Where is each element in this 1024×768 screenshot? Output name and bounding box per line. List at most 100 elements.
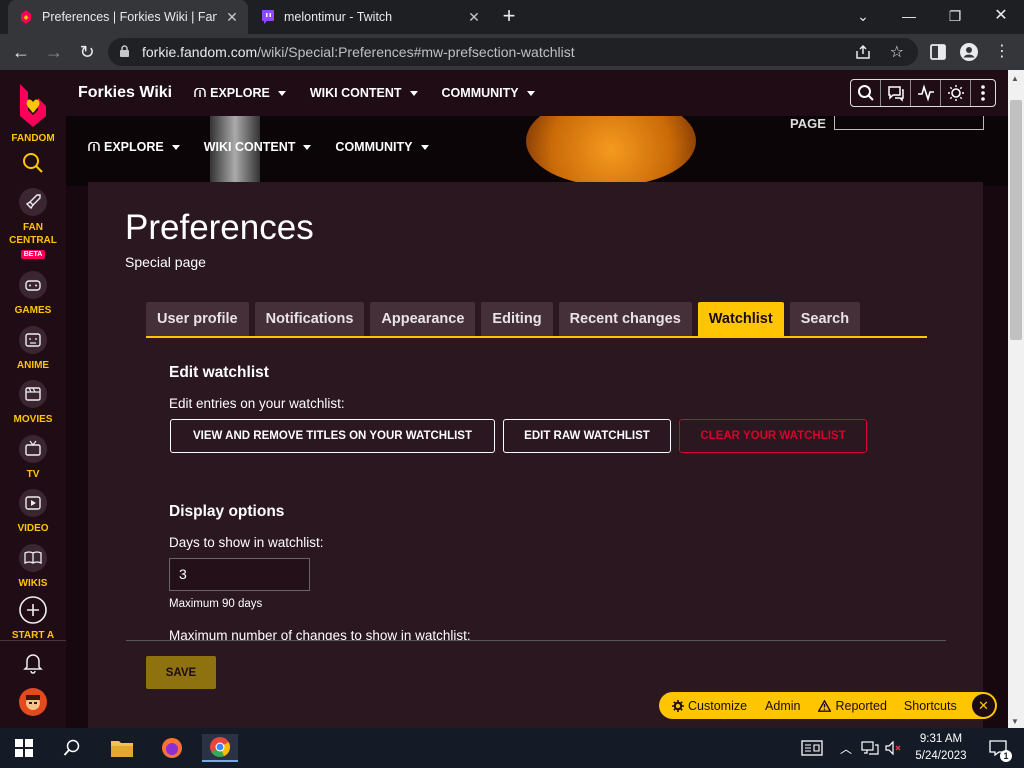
theme-toggle-icon[interactable]: [941, 80, 971, 106]
user-avatar[interactable]: [0, 687, 66, 721]
sidebar-item-wikis[interactable]: WIKIS: [0, 543, 66, 590]
back-icon[interactable]: ←: [9, 40, 33, 64]
discussions-icon[interactable]: [881, 80, 911, 106]
days-input[interactable]: 3: [169, 558, 310, 591]
firefox-icon[interactable]: [154, 734, 190, 762]
system-clock[interactable]: 9:31 AM 5/24/2023: [912, 731, 970, 765]
edit-raw-watchlist-button[interactable]: EDIT RAW WATCHLIST: [503, 419, 671, 453]
nav-wiki-content[interactable]: WIKI CONTENT: [310, 86, 418, 100]
sidebar-item-start-a-wiki[interactable]: START A: [0, 595, 66, 642]
page-title: Preferences: [125, 208, 314, 247]
fandom-brand-label: FANDOM: [11, 133, 55, 144]
scrollbar-thumb[interactable]: [1010, 100, 1022, 340]
warning-icon: [818, 699, 832, 712]
minimize-icon[interactable]: —: [897, 5, 921, 27]
chrome-icon[interactable]: [202, 734, 238, 762]
notification-center-icon[interactable]: 1: [980, 734, 1016, 762]
twitch-favicon-icon: [262, 10, 274, 24]
scroll-down-icon[interactable]: ▼: [1011, 717, 1019, 726]
close-toolbar-icon[interactable]: ✕: [972, 694, 995, 717]
wiki-top-nav: Forkies Wiki EXPLORE WIKI CONTENT COMMUN…: [66, 70, 1008, 116]
tab-recent-changes[interactable]: Recent changes: [558, 302, 692, 336]
nav-wiki-content[interactable]: WIKI CONTENT: [204, 140, 312, 154]
search-icon[interactable]: [851, 80, 881, 106]
movies-icon: [19, 380, 47, 408]
chevron-up-icon[interactable]: ︿: [836, 734, 856, 762]
sidebar-item-fan-central[interactable]: FAN CENTRAL BETA: [0, 187, 66, 260]
reported-button[interactable]: Reported: [818, 699, 887, 713]
fandom-logo[interactable]: FANDOM: [0, 80, 66, 145]
tab-notifications[interactable]: Notifications: [254, 302, 365, 336]
nav-community[interactable]: COMMUNITY: [335, 140, 429, 154]
tab-search[interactable]: Search: [789, 302, 861, 336]
sidebar-item-games[interactable]: GAMES: [0, 270, 66, 317]
save-button[interactable]: SAVE: [146, 656, 216, 689]
view-remove-titles-button[interactable]: VIEW AND REMOVE TITLES ON YOUR WATCHLIST: [170, 419, 495, 453]
browser-tab-fandom[interactable]: Preferences | Forkies Wiki | Fandom ✕: [8, 0, 248, 34]
scroll-up-icon[interactable]: ▲: [1011, 74, 1019, 83]
caret-down-icon: [303, 144, 312, 150]
sidebar-divider: [0, 640, 66, 641]
network-icon[interactable]: [858, 734, 882, 762]
wiki-name[interactable]: Forkies Wiki: [78, 84, 172, 102]
url-text: forkie.fandom.com/wiki/Special:Preferenc…: [142, 44, 575, 60]
notification-count-badge: 1: [1000, 750, 1012, 762]
bell-icon: [23, 654, 43, 674]
taskbar-search-icon[interactable]: [54, 734, 90, 762]
url-input[interactable]: forkie.fandom.com/wiki/Special:Preferenc…: [108, 38, 918, 66]
lock-icon: [120, 45, 129, 57]
menu-kebab-icon[interactable]: ⋮: [990, 40, 1014, 64]
customize-button[interactable]: Customize: [672, 699, 747, 713]
admin-toolbar: Customize Admin Reported Shortcuts ✕: [659, 692, 997, 719]
share-icon[interactable]: [854, 43, 872, 61]
nav-explore[interactable]: EXPLORE: [194, 86, 286, 100]
close-tab-icon[interactable]: ✕: [224, 9, 240, 25]
days-label: Days to show in watchlist:: [169, 535, 324, 550]
file-explorer-icon[interactable]: [104, 734, 140, 762]
clock-time: 9:31 AM: [919, 733, 963, 745]
edit-watchlist-description: Edit entries on your watchlist:: [169, 396, 345, 411]
tab-appearance[interactable]: Appearance: [370, 302, 476, 336]
reload-icon[interactable]: ↻: [75, 40, 99, 64]
close-tab-icon[interactable]: ✕: [466, 9, 482, 25]
page-scrollbar[interactable]: ▲ ▼: [1008, 70, 1024, 728]
forward-icon[interactable]: →: [42, 40, 66, 64]
sidebar-item-movies[interactable]: MOVIES: [0, 379, 66, 426]
windows-taskbar: ︿ 9:31 AM 5/24/2023 1: [0, 728, 1024, 768]
search-button[interactable]: [0, 152, 66, 178]
news-widget-icon[interactable]: [794, 734, 830, 762]
sidebar-item-video[interactable]: VIDEO: [0, 488, 66, 535]
nav-explore[interactable]: EXPLORE: [88, 140, 180, 154]
more-tools-icon[interactable]: [971, 80, 995, 106]
profile-icon[interactable]: [959, 42, 979, 62]
days-hint: Maximum 90 days: [169, 598, 263, 610]
window-close-icon[interactable]: ✕: [989, 5, 1013, 27]
restore-icon[interactable]: ❐: [943, 5, 967, 27]
anime-icon: [19, 326, 47, 354]
sidebar-item-tv[interactable]: TV: [0, 434, 66, 481]
browser-tab-twitch[interactable]: melontimur - Twitch ✕: [250, 0, 490, 34]
tab-watchlist[interactable]: Watchlist: [697, 302, 784, 336]
tab-user-profile[interactable]: User profile: [146, 302, 249, 336]
tab-editing[interactable]: Editing: [481, 302, 553, 336]
tab-search-chevron-icon[interactable]: ⌄: [851, 5, 875, 27]
notifications-button[interactable]: [0, 652, 66, 678]
browser-tab-bar: Preferences | Forkies Wiki | Fandom ✕ me…: [0, 0, 1024, 34]
bookmark-star-icon[interactable]: ☆: [890, 42, 904, 62]
book-icon: [19, 544, 47, 572]
clear-watchlist-button[interactable]: CLEAR YOUR WATCHLIST: [679, 419, 867, 453]
side-panel-icon[interactable]: [928, 42, 948, 62]
volume-muted-icon[interactable]: [882, 734, 906, 762]
plus-circle-icon: [19, 596, 47, 624]
avatar: [19, 688, 47, 716]
page-tools[interactable]: [834, 116, 984, 130]
caret-down-icon: [171, 144, 180, 150]
activity-icon[interactable]: [911, 80, 941, 106]
max-changes-label: Maximum number of changes to show in wat…: [169, 628, 471, 640]
sidebar-item-anime[interactable]: ANIME: [0, 325, 66, 372]
new-tab-icon[interactable]: +: [498, 5, 520, 28]
windows-start-icon[interactable]: [6, 734, 42, 762]
nav-community[interactable]: COMMUNITY: [442, 86, 535, 100]
shortcuts-button[interactable]: Shortcuts: [904, 699, 957, 713]
admin-button[interactable]: Admin: [765, 699, 800, 713]
